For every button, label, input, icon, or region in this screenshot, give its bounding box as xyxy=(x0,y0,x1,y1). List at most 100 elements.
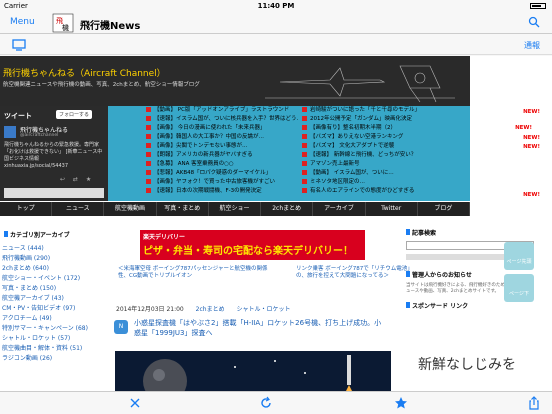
sponsored-ad[interactable]: 新鮮なしじみを xyxy=(406,346,552,391)
next-article-link[interactable]: リンク乗客 ボーイング787で「リチウム電池」の、旅行を控えて大問題になってる＞ xyxy=(296,266,416,280)
feed-item[interactable]: 【画像】ヤフォク！で買った中古旅客機がすごい xyxy=(108,178,298,187)
monitor-icon[interactable] xyxy=(12,39,26,51)
archive-category-link[interactable]: 航空ショー・イベント (172) xyxy=(0,274,108,284)
twitter-widget[interactable]: ツイート フォローする 飛行機ちゃんねる @aircraftchannel 飛行… xyxy=(0,106,108,201)
page-top-button[interactable]: ページ先頭 xyxy=(504,242,534,270)
news-badge-icon: N xyxy=(114,320,128,334)
feed-item-label[interactable]: 【画像】韓国人の大工事か？中国の反論が… xyxy=(154,134,264,140)
feed-item[interactable]: 【画像】 今日の漫画に使われた「未来兵器」 xyxy=(108,124,298,133)
search-heading: 記事検索 xyxy=(412,230,437,237)
archive-category-link[interactable]: 2chまとめ (640) xyxy=(0,264,108,274)
feed-item-label[interactable]: 【画像】尖閣でトンデモない事態が… xyxy=(154,143,248,149)
follow-button[interactable]: フォローする xyxy=(56,110,93,119)
tweet-actions[interactable]: ↩ ⇄ ★ xyxy=(60,176,94,183)
tweet-text: 飛行機ちゃんねるからの緊急救援。専門家「お化けは救援できない」 [新華ニュース中… xyxy=(4,142,103,169)
twitter-handle[interactable]: @aircraftchannel xyxy=(20,133,58,138)
feed-item-label[interactable]: 【急募】 ANA 客室乗務員の○○ xyxy=(154,161,234,167)
global-nav-item[interactable]: 航空機動画 xyxy=(104,202,157,216)
article-headline[interactable]: 小惑星探査機「はやぶさ2」搭載「H-IIA」ロケット26号機、打ち上げ成功。小惑… xyxy=(134,318,384,338)
archive-category-link[interactable]: ラジコン動画 (26) xyxy=(0,354,108,364)
feed-item-label[interactable]: 【バズマ】ありえない空港ランキング xyxy=(310,134,403,140)
feed-item-label[interactable]: 【画像】ヤフォク！で買った中古旅客機がすごい xyxy=(154,179,275,185)
feed-item-label[interactable]: 岩崎駿がついに語った「千と千尋のモデル」 xyxy=(310,107,420,113)
feed-item-label[interactable]: 【動画】 イスラム国が、ついに… xyxy=(310,170,394,176)
archive-category-link[interactable]: 飛行機動画 (290) xyxy=(0,254,108,264)
star-icon[interactable] xyxy=(394,396,408,410)
feed-item[interactable]: 有名人のエアラインでの態度がひどすぎる xyxy=(298,187,470,196)
archive-category-link[interactable]: シャトル・ロケット (57) xyxy=(0,334,108,344)
feed-item-label[interactable]: 2012年公開予定「ガンダム」映画化決定 xyxy=(310,116,412,122)
feed-site-icon xyxy=(146,125,151,130)
share-icon[interactable] xyxy=(527,396,541,410)
archive-category-link[interactable]: 写真・まとめ (150) xyxy=(0,284,108,294)
feed-item[interactable]: ミネソタ地区限定の… xyxy=(298,178,470,187)
prev-article-link[interactable]: ＜米海軍空母 ボーイング787パッセンジャーと航空機の関係性、CG動画でトリプル… xyxy=(118,266,278,280)
feed-item[interactable]: 【画像有り】整名初期木半期（2） xyxy=(298,124,470,133)
feed-item[interactable]: 【急募】 ANA 客室乗務員の○○ xyxy=(108,160,298,169)
avatar[interactable] xyxy=(4,126,16,138)
rocket-photo[interactable] xyxy=(115,351,391,391)
feed-item-label[interactable]: 有名人のエアラインでの態度がひどすぎる xyxy=(310,188,414,194)
archive-category-link[interactable]: 航空機アーカイブ (43) xyxy=(0,294,108,304)
feed-item-label[interactable]: ミネソタ地区限定の… xyxy=(310,179,365,185)
rakuten-ad-banner[interactable]: 楽天デリバリー ピザ・弁当・寿司の宅配なら楽天デリバリー！ xyxy=(140,230,365,260)
feed-item[interactable]: 2012年公開予定「ガンダム」映画化決定 xyxy=(298,115,470,124)
feed-item[interactable]: 【画像】尖閣でトンデモない事態が… xyxy=(108,142,298,151)
feed-item[interactable]: 【速報】日本の次期戦闘機、F-3の開発決定 xyxy=(108,187,298,196)
feed-item-label[interactable]: 【速報】日本の次期戦闘機、F-3の開発決定 xyxy=(154,188,262,194)
archive-category-link[interactable]: ニュース (444) xyxy=(0,244,108,254)
feed-item[interactable]: 【画像】韓国人の大工事か？中国の反論が… xyxy=(108,133,298,142)
global-nav: トップ ニュース 航空機動画 写真・まとめ 航空ショー 2chまとめ アーカイブ Twitte… xyxy=(0,202,470,216)
feed-item-label[interactable]: 【動画】 PC版「アッドオンアライブ」ラストラウンド xyxy=(154,107,289,113)
feed-item-label[interactable]: 【速報】イスラム国が、ついに核兵器を入手？世界はどう… xyxy=(154,116,298,122)
feed-site-icon xyxy=(302,170,307,175)
report-button[interactable]: 通報 xyxy=(524,40,540,51)
feed-item[interactable]: 【バズマ】ありえない空港ランキング xyxy=(298,133,470,142)
close-icon[interactable] xyxy=(128,396,142,410)
antenna-feed: 【動画】 PC版「アッドオンアライブ」ラストラウンド【速報】イスラム国が、ついに… xyxy=(108,106,470,201)
archive-category-link[interactable]: 航空機曲目・解体・資料 (51) xyxy=(0,344,108,354)
site-title[interactable]: 飛行機ちゃんねる（Aircraft Channel） xyxy=(3,66,166,79)
feed-item[interactable]: アマゾン売上最新号 xyxy=(298,160,470,169)
feed-item[interactable]: 【バズマ】 文化大アダプトで逆襲 xyxy=(298,142,470,151)
refresh-icon[interactable] xyxy=(259,396,273,410)
web-content[interactable]: 飛行機ちゃんねる（Aircraft Channel） 航空機関連ニュースや飛行機… xyxy=(0,56,552,391)
sponsored-ad-text[interactable]: 新鮮なしじみを xyxy=(418,354,516,374)
feed-item[interactable]: 【速報】 新幹線と飛行機、どっちが安い？ xyxy=(298,151,470,160)
feed-item-label[interactable]: 【画像】 今日の漫画に使われた「未来兵器」 xyxy=(154,125,265,131)
menu-button[interactable]: Menu xyxy=(10,17,35,27)
ad-text[interactable]: ピザ・弁当・寿司の宅配なら楽天デリバリー！ xyxy=(143,242,353,257)
feed-item[interactable]: 【朗報】アメリカの新兵器がヤバすぎる xyxy=(108,151,298,160)
archive-category-link[interactable]: 特別サマー・キャンペーン (68) xyxy=(0,324,108,334)
archive-heading: カテゴリ別アーカイブ xyxy=(10,232,70,239)
feed-item[interactable]: 【動画】 PC版「アッドオンアライブ」ラストラウンド xyxy=(108,106,298,115)
site-header[interactable]: 飛行機ちゃんねる（Aircraft Channel） 航空機関連ニュースや飛行機… xyxy=(0,56,470,106)
global-nav-item[interactable]: トップ xyxy=(0,202,53,216)
global-nav-item[interactable]: 写真・まとめ xyxy=(157,202,209,216)
search-icon[interactable] xyxy=(528,16,540,28)
archive-category-link[interactable]: アクロチーム (49) xyxy=(0,314,108,324)
global-nav-item[interactable]: アーカイブ xyxy=(313,202,366,216)
feed-item[interactable]: 岩崎駿がついに語った「千と千尋のモデル」 xyxy=(298,106,470,115)
feed-item[interactable]: 【悲報】AKB48「ロパク疑惑のダーマイケル」 xyxy=(108,169,298,178)
feed-item-label[interactable]: アマゾン売上最新号 xyxy=(310,161,360,167)
feed-item-label[interactable]: 【悲報】AKB48「ロパク疑惑のダーマイケル」 xyxy=(154,170,271,176)
global-nav-item[interactable]: ブログ xyxy=(418,202,470,216)
global-nav-item[interactable]: ニュース xyxy=(52,202,105,216)
global-nav-item[interactable]: Twitter xyxy=(366,202,418,216)
feed-item-label[interactable]: 【速報】 新幹線と飛行機、どっちが安い？ xyxy=(310,152,416,158)
ad-brand[interactable]: 楽天デリバリー xyxy=(143,232,185,241)
feed-item-label[interactable]: 【画像有り】整名初期木半期（2） xyxy=(310,125,396,131)
feed-item-label[interactable]: 【朗報】アメリカの新兵器がヤバすぎる xyxy=(154,152,253,158)
feed-item[interactable]: 【速報】イスラム国が、ついに核兵器を入手？世界はどう… xyxy=(108,115,298,124)
tag-link[interactable]: 2chまとめ xyxy=(196,306,225,313)
global-nav-item[interactable]: 2chまとめ xyxy=(261,202,314,216)
page-bottom-button[interactable]: ページ下 xyxy=(504,274,534,302)
feed-site-icon xyxy=(302,143,307,148)
global-nav-item[interactable]: 航空ショー xyxy=(209,202,262,216)
feed-item-label[interactable]: 【バズマ】 文化大アダプトで逆襲 xyxy=(310,143,394,149)
article-meta: 2014年12月03日 21:00 2chまとめ シャトル・ロケット xyxy=(116,304,291,313)
archive-category-link[interactable]: CM・PV・告知ビデオ (97) xyxy=(0,304,108,314)
feed-item[interactable]: 【動画】 イスラム国が、ついに… xyxy=(298,169,470,178)
tag-link[interactable]: シャトル・ロケット xyxy=(237,306,291,313)
